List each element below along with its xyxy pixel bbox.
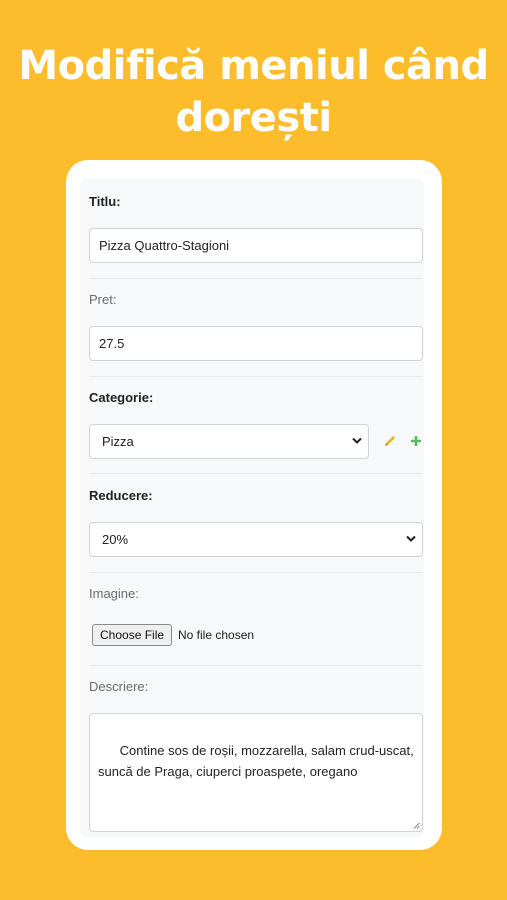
category-label: Categorie: [89, 390, 154, 405]
title-label: Titlu: [89, 194, 121, 209]
price-label: Pret: [89, 292, 117, 307]
plus-icon[interactable] [408, 433, 424, 449]
divider [89, 376, 423, 377]
category-select[interactable]: Pizza [89, 424, 369, 459]
edit-product-form: Titlu: Pizza Quattro-Stagioni Pret: 27.5… [80, 178, 424, 838]
chevron-down-icon [352, 437, 362, 444]
divider [89, 473, 423, 474]
price-input[interactable]: 27.5 [89, 326, 423, 361]
discount-label: Reducere: [89, 488, 153, 503]
hero-title-line-2: dorești [175, 95, 332, 141]
description-label: Descriere: [89, 679, 149, 694]
choose-file-button[interactable]: Choose File [92, 624, 173, 646]
discount-select[interactable]: 20% [89, 522, 423, 557]
description-textarea[interactable]: Contine sos de roșii, mozzarella, salam … [89, 713, 423, 832]
resize-grip-icon[interactable] [413, 822, 420, 829]
description-text: Contine sos de roșii, mozzarella, salam … [98, 743, 418, 779]
divider [89, 278, 423, 279]
category-selected-value: Pizza [102, 434, 134, 449]
file-status: No file chosen [178, 628, 255, 642]
chevron-down-icon [406, 535, 416, 542]
discount-selected-value: 20% [102, 532, 129, 547]
divider [89, 572, 423, 573]
pencil-icon[interactable] [382, 433, 398, 449]
hero-title-line-1: Modifică meniul când [18, 43, 489, 89]
image-label: Imagine: [89, 586, 139, 601]
divider [89, 665, 423, 666]
title-input[interactable]: Pizza Quattro-Stagioni [89, 228, 423, 263]
phone-card: Titlu: Pizza Quattro-Stagioni Pret: 27.5… [66, 160, 442, 850]
hero-title: Modifică meniul când dorești [0, 40, 507, 144]
